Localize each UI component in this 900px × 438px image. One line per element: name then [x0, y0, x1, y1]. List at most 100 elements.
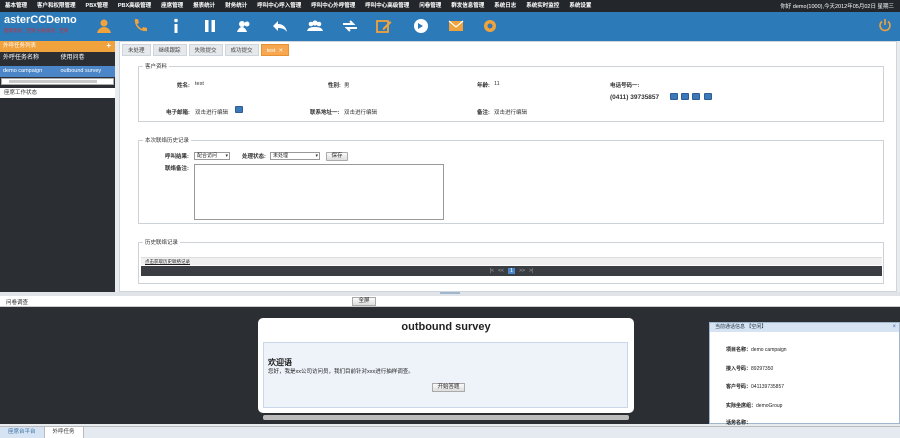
- gender-label: 性别:: [328, 83, 341, 89]
- menu-item-survey[interactable]: 问卷管理: [414, 0, 446, 12]
- menu-item-pbx[interactable]: PBX管理: [81, 0, 113, 12]
- plus-icon[interactable]: +: [106, 41, 111, 51]
- save-button[interactable]: 保存: [326, 152, 348, 161]
- menu-item-broadcast[interactable]: 群发信息管理: [446, 0, 489, 12]
- pause-icon[interactable]: [200, 16, 220, 36]
- tab-follow-up[interactable]: 继续跟踪: [152, 44, 187, 56]
- power-icon[interactable]: [878, 18, 892, 32]
- splitter-grip[interactable]: [440, 292, 460, 294]
- dial-phone-icon[interactable]: [670, 93, 678, 100]
- menu-item-finance[interactable]: 财务统计: [220, 0, 252, 12]
- copy-icon[interactable]: [692, 93, 700, 100]
- name-label: 姓名:: [177, 83, 190, 89]
- address-label: 联系地址一:: [310, 110, 340, 116]
- remark-value[interactable]: 双击进行编辑: [494, 108, 527, 116]
- address-value[interactable]: 双击进行编辑: [344, 108, 377, 116]
- user-greeting: 你好 demo(1000),今天2012年05月02日 星期三: [780, 4, 894, 10]
- phone-icon[interactable]: [130, 16, 150, 36]
- task-row[interactable]: demo campaign outbound survey: [0, 66, 115, 77]
- inbound-row: 接入号码：89297350: [726, 366, 774, 372]
- scrollbar-thumb[interactable]: [9, 80, 97, 83]
- call-info-card: 当前通话信息 【空闲】 × 项目名称：demo campaign 接入号码：892…: [709, 322, 900, 426]
- tab-failed[interactable]: 失败提交: [188, 44, 223, 56]
- group-icon[interactable]: [305, 16, 325, 36]
- agent-icon[interactable]: [94, 16, 114, 36]
- survey-scrollbar[interactable]: [263, 415, 629, 420]
- status-tab-outbound-task[interactable]: 外呼任务: [44, 427, 84, 438]
- agent-name-row: 话务名称：: [726, 420, 752, 426]
- transfer-icon[interactable]: [340, 16, 360, 36]
- tab-test-label: test: [266, 48, 276, 54]
- edit-icon[interactable]: [374, 16, 394, 36]
- email-value[interactable]: 双击进行编辑: [195, 108, 228, 116]
- close-icon[interactable]: ×: [892, 323, 896, 332]
- email-icon[interactable]: [235, 106, 243, 113]
- pager-last[interactable]: >|: [529, 268, 533, 274]
- call-result-select[interactable]: 配合访问 ▾: [194, 152, 230, 160]
- record-legend: 本次联络历史记录: [145, 138, 190, 144]
- gender-value[interactable]: 男: [344, 81, 350, 89]
- menu-item-basic[interactable]: 基本管理: [0, 0, 32, 12]
- phone-value[interactable]: (0411) 39735857: [610, 94, 659, 101]
- task-list-header: 外呼任务列表 +: [0, 41, 115, 52]
- contact-icon[interactable]: [704, 93, 712, 100]
- history-link[interactable]: 点击获取历史联络记录: [145, 259, 190, 264]
- email-label: 电子邮箱:: [166, 110, 190, 116]
- menu-item-customer-rights[interactable]: 客户和权限管理: [32, 0, 81, 12]
- sms-icon[interactable]: [681, 93, 689, 100]
- menu-item-monitor[interactable]: 系统实时监控: [521, 0, 564, 12]
- record-tabs: 未处理 继续跟踪 失败提交 成功提交 test ✕: [122, 44, 291, 56]
- pager-current[interactable]: 1: [508, 268, 515, 274]
- chevron-down-icon: ▾: [225, 153, 228, 159]
- dial-icon[interactable]: [411, 16, 431, 36]
- menu-item-agent[interactable]: 座席管理: [156, 0, 188, 12]
- greeting-box: 欢迎语 您好，我是xx公司访问员，我们目前针对xxx进行抽样调查。 开始答题: [263, 342, 628, 408]
- remark-textarea[interactable]: [194, 164, 444, 220]
- customer-phone-row: 客户号码：041139735857: [726, 384, 785, 390]
- user-icon[interactable]: [234, 16, 254, 36]
- customer-info-fieldset: 客户资料 姓名: test 性别: 男 年龄: 11 电话号码一: (0411)…: [138, 62, 884, 122]
- agent-status-text: 座席状态：空闲 分机状态：空闲: [4, 28, 69, 33]
- mail-icon[interactable]: [446, 16, 466, 36]
- new-remark-label: 联络备注:: [165, 166, 189, 172]
- close-icon[interactable]: ✕: [278, 48, 283, 54]
- settings-icon[interactable]: [480, 16, 500, 36]
- task-table-header: 外呼任务名称 使用问卷: [0, 52, 115, 65]
- menu-item-logs[interactable]: 系统日志: [489, 0, 521, 12]
- info-icon[interactable]: [166, 16, 186, 36]
- top-menu-bar: 基本管理 客户和权限管理 PBX管理 PBX高级管理 座席管理 报表统计 财务统…: [0, 0, 900, 12]
- tab-test[interactable]: test ✕: [260, 44, 290, 56]
- col-survey: 使用问卷: [60, 55, 85, 61]
- menu-item-outbound[interactable]: 呼叫中心外呼管理: [306, 0, 360, 12]
- chevron-down-icon: ▾: [315, 153, 318, 159]
- tab-unprocessed[interactable]: 未处理: [122, 44, 151, 56]
- status-tab-agent-platform[interactable]: 座席台平台: [0, 427, 45, 438]
- status-bar: 座席台平台 外呼任务: [0, 426, 900, 438]
- menu-item-callcenter-advanced[interactable]: 呼叫中心高级管理: [360, 0, 414, 12]
- fullscreen-button[interactable]: 全屏: [352, 297, 376, 306]
- agent-work-status[interactable]: 座席工作状态: [0, 88, 115, 98]
- record-fieldset: 本次联络历史记录 呼叫结果: 配合访问 ▾ 处理状态: 未处理 ▾ 保存 联络备注:: [138, 136, 884, 224]
- pager-prev[interactable]: <<: [498, 268, 504, 274]
- phone-label: 电话号码一:: [610, 83, 640, 89]
- survey-card: outbound survey 欢迎语 您好，我是xx公司访问员，我们目前针对x…: [258, 318, 634, 413]
- menu-item-pbx-advanced[interactable]: PBX高级管理: [113, 0, 156, 12]
- menu-item-settings[interactable]: 系统设置: [564, 0, 596, 12]
- menu-item-reports[interactable]: 报表统计: [188, 0, 220, 12]
- menu-item-inbound[interactable]: 呼叫中心呼入管理: [252, 0, 306, 12]
- task-survey: outbound survey: [60, 68, 102, 74]
- task-name: demo campaign: [3, 68, 43, 74]
- name-value[interactable]: test: [195, 81, 204, 87]
- brand: asterCCDemo 座席状态：空闲 分机状态：空闲: [4, 14, 94, 34]
- back-icon[interactable]: [270, 16, 290, 36]
- age-value[interactable]: 11: [494, 81, 500, 87]
- tab-success[interactable]: 成功提交: [224, 44, 259, 56]
- start-survey-button[interactable]: 开始答题: [432, 383, 465, 392]
- pager-next[interactable]: >>: [519, 268, 525, 274]
- horizontal-scrollbar[interactable]: [1, 78, 114, 85]
- customer-info-legend: 客户资料: [145, 64, 168, 70]
- call-result-label: 呼叫结果:: [165, 154, 189, 160]
- pager-first[interactable]: |<: [490, 268, 494, 274]
- pager: |< << 1 >> >|: [141, 266, 882, 276]
- process-state-select[interactable]: 未处理 ▾: [270, 152, 320, 160]
